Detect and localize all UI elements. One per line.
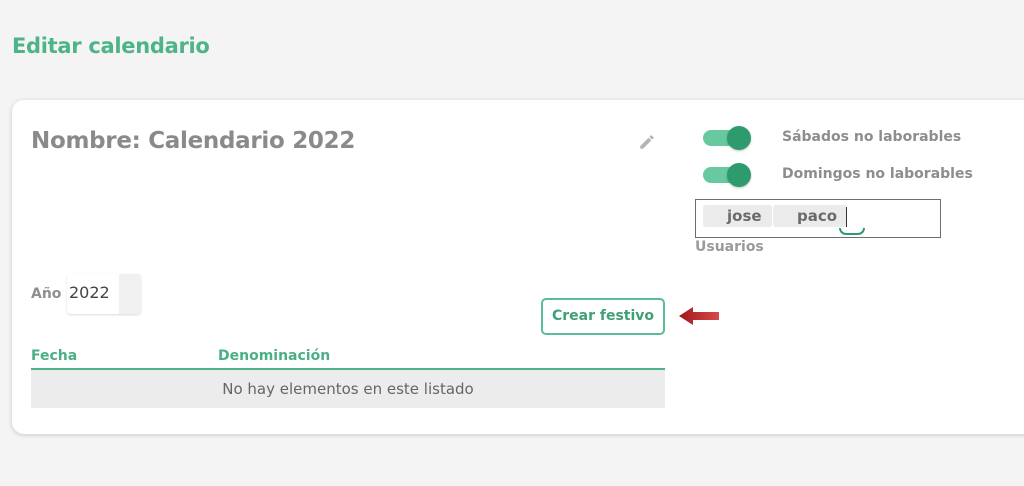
calendar-name: Nombre: Calendario 2022 xyxy=(31,128,356,154)
user-chip-paco[interactable]: paco xyxy=(773,205,848,227)
pencil-icon[interactable] xyxy=(638,133,656,151)
calendar-card: Nombre: Calendario 2022 Sábados no labor… xyxy=(12,100,1024,434)
year-label: Año xyxy=(31,286,62,302)
column-header-date[interactable]: Fecha xyxy=(31,348,77,364)
year-value: 2022 xyxy=(69,283,110,302)
toggle-knob xyxy=(727,163,751,187)
toggle-knob xyxy=(727,126,751,150)
user-chip-jose[interactable]: jose xyxy=(703,205,772,227)
sundays-toggle[interactable] xyxy=(703,162,751,187)
sundays-label: Domingos no laborables xyxy=(782,166,973,182)
create-holiday-button[interactable]: Crear festivo xyxy=(541,298,665,335)
column-header-name[interactable]: Denominación xyxy=(218,348,330,364)
text-cursor xyxy=(846,207,847,227)
saturdays-label: Sábados no laborables xyxy=(782,129,962,145)
table-empty-message: No hay elementos en este listado xyxy=(31,370,665,408)
year-input[interactable]: 2022 xyxy=(67,274,141,314)
users-input[interactable]: jose paco xyxy=(695,199,941,238)
page-title: Editar calendario xyxy=(12,34,210,58)
year-stepper[interactable] xyxy=(119,274,141,314)
focus-indicator xyxy=(839,228,865,235)
users-label: Usuarios xyxy=(695,239,764,255)
saturdays-toggle[interactable] xyxy=(703,125,751,150)
arrow-left-icon xyxy=(679,307,719,325)
